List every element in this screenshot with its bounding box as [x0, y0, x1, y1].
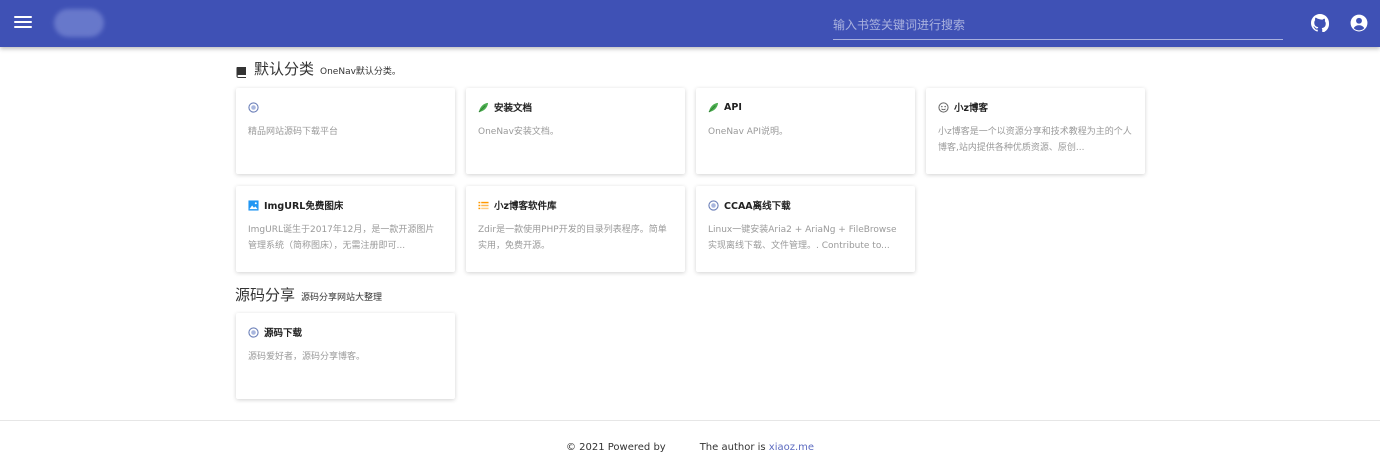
site-logo[interactable] — [54, 9, 104, 37]
card-title: 小z博客 — [954, 103, 989, 114]
footer-author-link[interactable]: xiaoz.me — [769, 442, 814, 453]
user-icon[interactable] — [1350, 14, 1368, 32]
card-title: ImgURL免费图床 — [264, 201, 344, 212]
card-title: API — [724, 101, 742, 113]
smile-icon — [938, 101, 949, 113]
card-description: Linux一键安装Aria2 + AriaNg + FileBrowse实现离线… — [708, 225, 897, 251]
bookmark-card[interactable]: ImgURL免费图床 ImgURL诞生于2017年12月，是一款开源图片管理系统… — [236, 186, 455, 272]
footer-divider — [0, 420, 1380, 421]
card-description: 小z博客是一个以资源分享和技术教程为主的个人博客,站内提供各种优质资源、原创..… — [938, 127, 1132, 153]
footer-author-label: The author is — [699, 442, 766, 453]
card-title: 小z博客软件库 — [494, 201, 557, 212]
card-description: 源码爱好者，源码分享博客。 — [248, 352, 366, 362]
github-icon[interactable] — [1311, 14, 1329, 32]
section-title-text: 源码分享 — [235, 286, 296, 304]
menu-icon[interactable] — [14, 14, 32, 32]
leaf-icon — [478, 102, 489, 113]
footer-powered-by: © 2021 Powered by — [565, 442, 666, 453]
bookmark-card[interactable]: 精品网站源码下载平台 — [236, 88, 455, 174]
section-title-default: 默认分类 OneNav默认分类。 — [235, 58, 401, 79]
search-box — [833, 12, 1283, 40]
top-app-bar — [0, 0, 1380, 47]
card-title: CCAA离线下载 — [724, 201, 791, 212]
bookmark-card[interactable]: 安装文档 OneNav安装文档。 — [466, 88, 685, 174]
image-icon — [248, 199, 259, 211]
globe-icon — [708, 199, 719, 211]
globe-icon — [248, 326, 259, 338]
card-description: ImgURL诞生于2017年12月，是一款开源图片管理系统（简称图床），无需注册… — [248, 225, 435, 251]
bookmark-card[interactable]: API OneNav API说明。 — [696, 88, 915, 174]
card-description: OneNav安装文档。 — [478, 127, 559, 137]
search-input[interactable] — [833, 12, 1283, 38]
card-description: 精品网站源码下载平台 — [248, 127, 339, 137]
leaf-icon — [708, 102, 719, 113]
section-subtitle: OneNav默认分类。 — [320, 67, 401, 77]
card-title: 安装文档 — [494, 103, 533, 114]
footer: © 2021 Powered by The author is xiaoz.me — [0, 442, 1380, 453]
bookmark-card[interactable]: 源码下载 源码爱好者，源码分享博客。 — [236, 313, 455, 399]
book-icon — [235, 63, 248, 78]
section-title-source: 源码分享 源码分享网站大整理 — [235, 284, 382, 305]
card-description: Zdir是一款使用PHP开发的目录列表程序。简单实用，免费开源。 — [478, 225, 667, 251]
section-title-text: 默认分类 — [254, 60, 315, 78]
list-icon — [478, 200, 489, 211]
bookmark-card[interactable]: 小z博客 小z博客是一个以资源分享和技术教程为主的个人博客,站内提供各种优质资源… — [926, 88, 1145, 174]
section-subtitle: 源码分享网站大整理 — [301, 293, 383, 303]
card-description: OneNav API说明。 — [708, 127, 788, 137]
card-title: 源码下载 — [264, 328, 303, 339]
bookmark-card[interactable]: CCAA离线下载 Linux一键安装Aria2 + AriaNg + FileB… — [696, 186, 915, 272]
globe-icon — [248, 101, 259, 113]
bookmark-card[interactable]: 小z博客软件库 Zdir是一款使用PHP开发的目录列表程序。简单实用，免费开源。 — [466, 186, 685, 272]
